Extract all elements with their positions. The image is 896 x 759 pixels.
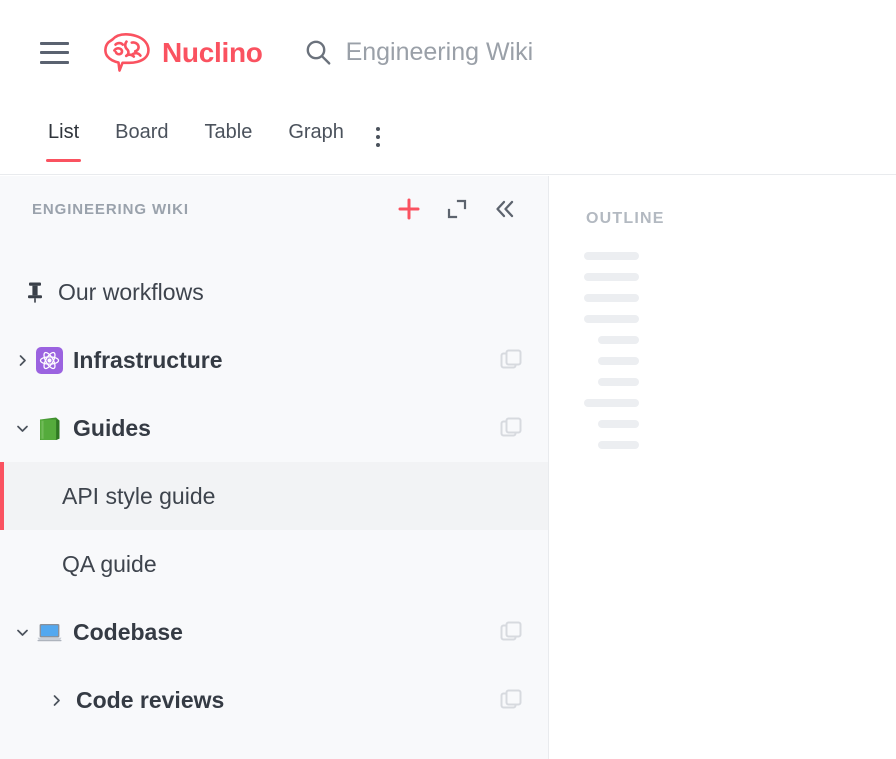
sidebar-item-label: Infrastructure [73, 346, 223, 373]
sidebar: ENGINEERING WIKI Our workflows Infrastru… [0, 176, 549, 759]
sidebar-header: ENGINEERING WIKI [0, 176, 548, 242]
tab-label: Graph [288, 121, 344, 143]
sidebar-item-qa-guide[interactable]: QA guide [0, 530, 548, 598]
outline-panel: OUTLINE [550, 176, 896, 759]
chevron-down-icon[interactable] [12, 626, 32, 639]
outline-skeleton-list [550, 252, 896, 462]
outline-title: OUTLINE [586, 210, 665, 227]
sidebar-item-guides[interactable]: Guides [0, 394, 548, 462]
hamburger-bar [40, 41, 69, 45]
sidebar-item-label: Code reviews [76, 686, 225, 713]
green-book-emoji-icon [36, 415, 63, 442]
outline-skeleton-row [598, 378, 639, 386]
tab-label: List [48, 121, 80, 143]
outline-skeleton-row [584, 273, 639, 281]
tab-label: Board [115, 121, 169, 143]
sidebar-title: ENGINEERING WIKI [32, 200, 189, 218]
sidebar-item-label: Codebase [73, 618, 183, 645]
chevron-right-icon[interactable] [12, 354, 32, 367]
search-input[interactable]: Engineering Wiki [305, 38, 896, 67]
chevron-right-icon[interactable] [46, 694, 66, 707]
collapse-sidebar-button[interactable] [488, 192, 522, 226]
add-item-button[interactable] [392, 192, 426, 226]
brain-speech-bubble-icon [104, 32, 150, 72]
nuclino-app-window: Nuclino Engineering Wiki List Board Tabl… [0, 0, 896, 759]
sidebar-item-label: QA guide [62, 550, 157, 577]
sidebar-item-label: Guides [73, 414, 151, 441]
expand-diagonal-icon [447, 199, 467, 219]
sidebar-item-codebase[interactable]: Codebase [0, 598, 548, 666]
outline-skeleton-row [598, 420, 639, 428]
duplicate-icon[interactable] [498, 415, 524, 441]
chevron-down-icon[interactable] [12, 422, 32, 435]
hamburger-bar [40, 51, 69, 54]
laptop-emoji-icon [36, 619, 63, 646]
more-vertical-icon[interactable] [362, 105, 394, 169]
dot [375, 127, 380, 131]
sidebar-tree: Our workflows Infrastructure Guides API … [0, 242, 548, 734]
sidebar-item-api-style-guide[interactable]: API style guide [0, 462, 548, 530]
brand-name: Nuclino [162, 36, 263, 68]
outline-skeleton-row [584, 252, 639, 260]
outline-skeleton-row [584, 294, 639, 302]
view-tab-bar: List Board Table Graph [0, 105, 896, 175]
duplicate-icon[interactable] [498, 619, 524, 645]
pushpin-icon [22, 280, 48, 304]
search-icon [306, 40, 330, 65]
dot [375, 135, 380, 139]
outline-skeleton-row [584, 399, 639, 407]
hamburger-bar [40, 60, 69, 64]
chevron-double-left-icon [496, 200, 514, 218]
atom-emoji-icon [36, 346, 63, 374]
outline-skeleton-row [598, 441, 639, 449]
dot [375, 143, 380, 147]
duplicate-icon[interactable] [498, 347, 524, 373]
outline-skeleton-row [584, 315, 639, 323]
sidebar-item-label: Our workflows [58, 278, 204, 305]
search-query-text: Engineering Wiki [345, 38, 534, 66]
tab-label: Table [204, 121, 253, 143]
expand-button[interactable] [440, 192, 474, 226]
tab-table[interactable]: Table [187, 105, 271, 169]
sidebar-item-code-reviews[interactable]: Code reviews [0, 666, 548, 734]
hamburger-menu-icon[interactable] [40, 41, 70, 64]
tab-board[interactable]: Board [97, 105, 186, 169]
plus-icon [398, 198, 420, 220]
sidebar-item-label: API style guide [62, 482, 216, 509]
outline-skeleton-row [598, 336, 639, 344]
tab-graph[interactable]: Graph [270, 105, 362, 169]
brand-logo[interactable]: Nuclino [102, 31, 263, 75]
duplicate-icon[interactable] [498, 687, 524, 713]
tab-list[interactable]: List [30, 105, 97, 169]
top-bar: Nuclino Engineering Wiki [0, 0, 896, 105]
outline-skeleton-row [598, 357, 639, 365]
sidebar-item-our-workflows[interactable]: Our workflows [0, 258, 548, 326]
sidebar-item-infrastructure[interactable]: Infrastructure [0, 326, 548, 394]
